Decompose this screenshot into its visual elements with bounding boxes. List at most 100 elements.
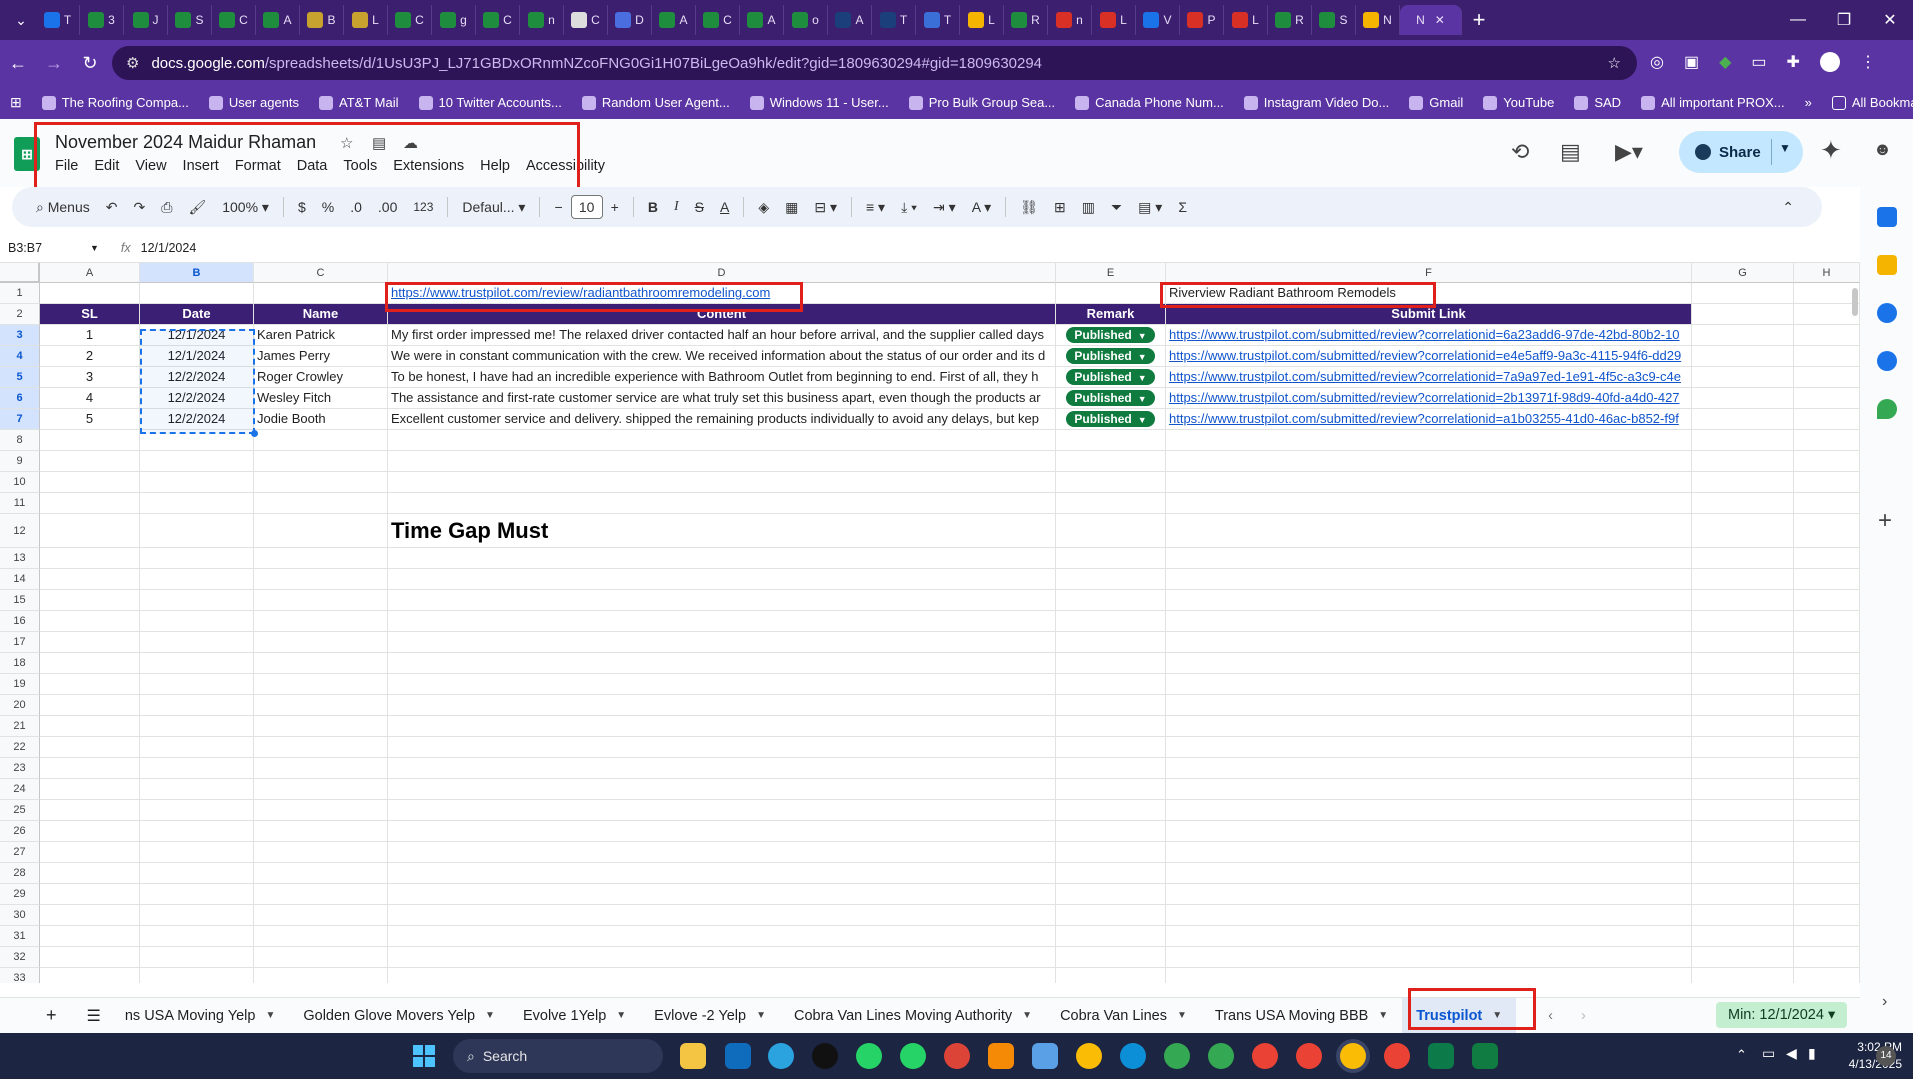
empty-cell[interactable] — [1794, 821, 1860, 842]
empty-cell[interactable] — [40, 800, 140, 821]
row-header[interactable]: 25 — [0, 800, 40, 821]
bookmarks-overflow-button[interactable]: » — [1795, 95, 1822, 110]
empty-cell[interactable] — [40, 758, 140, 779]
empty-cell[interactable] — [1794, 800, 1860, 821]
row-header[interactable]: 4 — [0, 346, 40, 367]
status-chip[interactable]: Published ▼ — [1066, 327, 1155, 343]
browser-tab[interactable]: C — [564, 5, 608, 35]
browser-tab[interactable]: o — [784, 5, 828, 35]
font-size-decrease-icon[interactable]: − — [546, 199, 570, 215]
text-wrap-icon[interactable]: ⇥ ▾ — [925, 199, 964, 216]
empty-cell[interactable] — [140, 842, 254, 863]
bold-button[interactable]: B — [640, 199, 666, 215]
empty-cell[interactable] — [40, 968, 140, 983]
tasks-icon[interactable] — [1877, 303, 1897, 323]
split-view-icon[interactable]: ▭ — [1751, 52, 1766, 72]
date-cell[interactable]: 12/2/2024 — [140, 409, 254, 430]
empty-cell[interactable] — [1692, 947, 1794, 968]
empty-cell[interactable] — [388, 451, 1056, 472]
percent-button[interactable]: % — [314, 199, 342, 215]
browser-tab[interactable]: n — [520, 5, 564, 35]
browser-tab[interactable]: D — [608, 5, 652, 35]
empty-cell[interactable] — [1056, 842, 1166, 863]
empty-cell[interactable] — [388, 863, 1056, 884]
minimize-icon[interactable]: — — [1775, 11, 1821, 29]
scroll-tabs-left-icon[interactable]: ‹ — [1534, 1008, 1567, 1024]
empty-cell[interactable] — [1692, 493, 1794, 514]
empty-cell[interactable] — [1166, 653, 1692, 674]
empty-cell[interactable] — [1166, 632, 1692, 653]
row-header[interactable]: 30 — [0, 905, 40, 926]
empty-cell[interactable] — [1166, 514, 1692, 548]
empty-cell[interactable] — [1166, 737, 1692, 758]
name-cell[interactable]: Wesley Fitch — [254, 388, 388, 409]
bookmark-item[interactable]: AT&T Mail — [309, 95, 408, 110]
name-cell[interactable]: Jodie Booth — [254, 409, 388, 430]
empty-cell[interactable] — [1166, 905, 1692, 926]
camera-icon[interactable]: ▣ — [1684, 52, 1699, 72]
empty-cell[interactable] — [254, 863, 388, 884]
currency-button[interactable]: $ — [290, 199, 314, 215]
network-icon[interactable]: ▭ — [1762, 1045, 1775, 1062]
site-info-icon[interactable]: ⚙ — [126, 54, 139, 72]
merge-cells-icon[interactable]: ⊟ ▾ — [806, 199, 845, 216]
row-header[interactable]: 7 — [0, 409, 40, 430]
empty-cell[interactable] — [140, 283, 254, 304]
horizontal-align-icon[interactable]: ≡ ▾ — [858, 199, 893, 216]
empty-cell[interactable] — [254, 493, 388, 514]
empty-cell[interactable] — [254, 947, 388, 968]
maps-icon[interactable] — [1877, 399, 1897, 419]
empty-cell[interactable] — [388, 737, 1056, 758]
empty-cell[interactable] — [388, 430, 1056, 451]
insert-chart-icon[interactable]: ▥ — [1074, 199, 1103, 216]
vertical-scrollbar[interactable] — [1852, 288, 1858, 316]
empty-cell[interactable] — [1692, 388, 1794, 409]
empty-cell[interactable] — [1056, 569, 1166, 590]
empty-cell[interactable] — [1692, 800, 1794, 821]
browser-tab[interactable]: B — [300, 5, 344, 35]
empty-cell[interactable] — [254, 674, 388, 695]
empty-cell[interactable] — [1794, 451, 1860, 472]
taskbar-search[interactable]: ⌕ Search — [453, 1039, 663, 1073]
fill-handle[interactable] — [251, 430, 258, 437]
empty-cell[interactable] — [1692, 737, 1794, 758]
empty-cell[interactable] — [1794, 758, 1860, 779]
empty-cell[interactable] — [1692, 674, 1794, 695]
empty-cell[interactable] — [140, 514, 254, 548]
empty-cell[interactable] — [40, 514, 140, 548]
keep-icon[interactable] — [1877, 255, 1897, 275]
row-header[interactable]: 15 — [0, 590, 40, 611]
empty-cell[interactable] — [1794, 926, 1860, 947]
empty-cell[interactable] — [140, 800, 254, 821]
empty-cell[interactable] — [140, 569, 254, 590]
chrome-profile-5-icon[interactable] — [1296, 1043, 1322, 1069]
empty-cell[interactable] — [1692, 716, 1794, 737]
empty-cell[interactable] — [140, 716, 254, 737]
contacts-icon[interactable] — [1877, 351, 1897, 371]
browser-tab[interactable]: n — [1048, 5, 1092, 35]
header-sl[interactable]: SL — [40, 304, 140, 325]
close-window-icon[interactable]: ✕ — [1867, 10, 1913, 30]
row-header[interactable]: 12 — [0, 514, 40, 548]
chrome-active-icon[interactable] — [1340, 1043, 1366, 1069]
scroll-tabs-right-icon[interactable]: › — [1567, 1008, 1600, 1024]
empty-cell[interactable] — [40, 611, 140, 632]
empty-cell[interactable] — [1166, 821, 1692, 842]
sheet-tab[interactable]: ns USA Moving Yelp ▼ — [111, 1008, 290, 1024]
sublime-icon[interactable] — [988, 1043, 1014, 1069]
row-header[interactable]: 17 — [0, 632, 40, 653]
browser-tab[interactable]: L — [960, 5, 1004, 35]
empty-cell[interactable] — [140, 695, 254, 716]
empty-cell[interactable] — [1794, 283, 1860, 304]
empty-cell[interactable] — [388, 947, 1056, 968]
browser-tab[interactable]: T — [36, 5, 80, 35]
row-header[interactable]: 23 — [0, 758, 40, 779]
empty-cell[interactable] — [254, 590, 388, 611]
empty-cell[interactable] — [1794, 695, 1860, 716]
browser-tab[interactable]: J — [124, 5, 168, 35]
empty-cell[interactable] — [1166, 800, 1692, 821]
content-cell[interactable]: To be honest, I have had an incredible e… — [388, 367, 1056, 388]
share-dropdown-icon[interactable]: ▼ — [1779, 141, 1791, 155]
empty-cell[interactable] — [1794, 674, 1860, 695]
redo-icon[interactable]: ↷ — [126, 199, 154, 216]
